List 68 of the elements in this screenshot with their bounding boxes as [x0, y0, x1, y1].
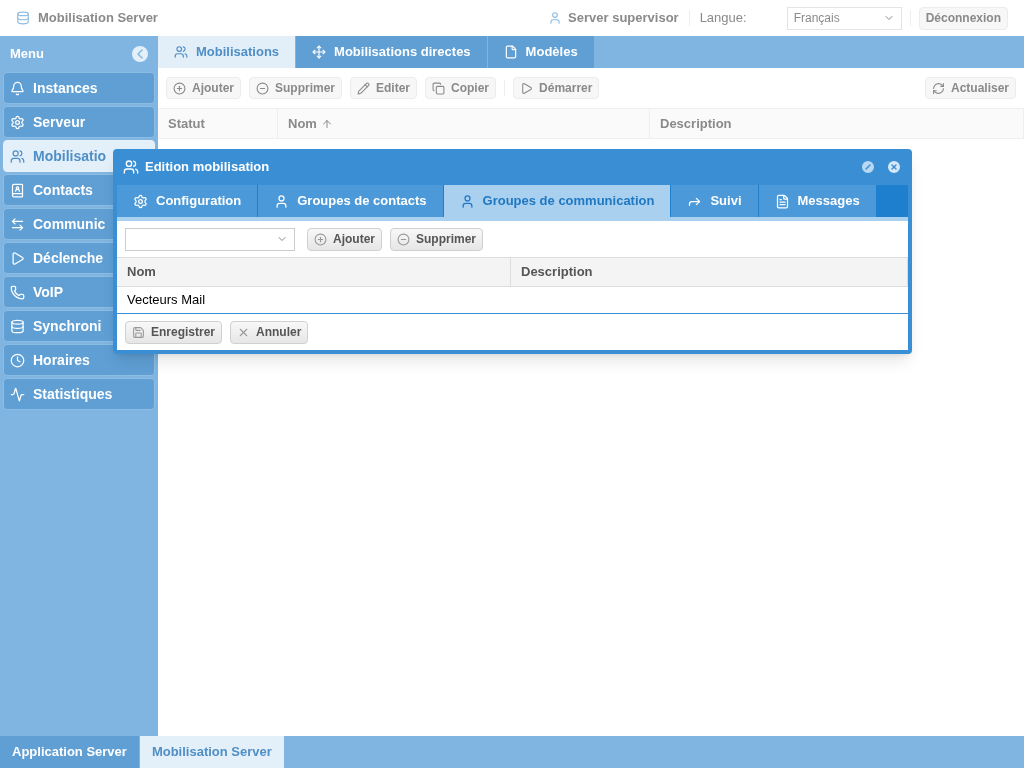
database-icon: [16, 11, 30, 25]
dialog-button[interactable]: Annuler: [230, 320, 309, 344]
people-icon: [10, 148, 25, 164]
app-title: Mobilisation Server: [38, 9, 158, 28]
plus-circle-icon: [314, 232, 327, 246]
minus-circle-icon: [256, 81, 269, 95]
dialog-tab[interactable]: Suivi: [671, 185, 758, 217]
bottom-tab[interactable]: Application Server: [0, 736, 139, 768]
language-select[interactable]: Français: [786, 6, 902, 30]
four-arrows-icon: [312, 45, 327, 59]
two-arrows-icon: [10, 216, 25, 232]
toolbar-button[interactable]: Editer: [350, 77, 418, 99]
sidebar-item[interactable]: Horaires: [3, 344, 155, 376]
bell-icon: [10, 80, 25, 96]
user-name: Server supervisor: [568, 9, 679, 28]
dialog-tab[interactable]: Groupes de contacts: [258, 185, 443, 217]
play-icon: [10, 250, 25, 266]
person-icon: [274, 193, 290, 209]
person-icon: [459, 193, 475, 209]
person-icon: [548, 11, 563, 25]
tab[interactable]: Mobilisations directes: [296, 36, 487, 68]
minus-circle-icon: [397, 232, 410, 246]
gear-icon: [10, 114, 25, 130]
dialog-tab[interactable]: Configuration: [117, 185, 258, 217]
column-header[interactable]: Statut: [158, 109, 278, 138]
bottom-tab[interactable]: Mobilisation Server: [139, 736, 284, 768]
refresh-icon: [931, 81, 945, 95]
sidebar-item[interactable]: Statistiques: [3, 378, 155, 410]
sidebar-item[interactable]: Serveur: [3, 106, 155, 138]
people-icon: [174, 45, 188, 59]
address-book-icon: [10, 182, 25, 198]
toolbar-button[interactable]: Actualiser: [924, 77, 1016, 99]
pencil-icon: [357, 81, 370, 95]
close-icon[interactable]: [886, 159, 902, 175]
dialog-button[interactable]: Ajouter: [307, 227, 382, 251]
toolbar-button[interactable]: Supprimer: [249, 77, 342, 99]
column-header[interactable]: Nom: [117, 258, 511, 286]
line-chart-icon: [10, 386, 25, 402]
logout-button[interactable]: Déconnexion: [918, 6, 1008, 30]
toolbar-button[interactable]: Copier: [425, 77, 497, 99]
language-label: Langue:: [699, 9, 747, 28]
table-row[interactable]: Vecteurs Mail: [117, 287, 908, 314]
column-header[interactable]: Description: [650, 109, 1024, 138]
play-icon: [520, 81, 534, 95]
collapse-icon[interactable]: [132, 46, 148, 62]
tab[interactable]: Modèles: [487, 36, 594, 68]
sidebar-item[interactable]: Instances: [3, 72, 155, 104]
people-icon: [123, 159, 139, 175]
phone-icon: [10, 284, 25, 300]
tab[interactable]: Mobilisations: [158, 36, 296, 68]
dialog-tab[interactable]: Groupes de communication: [443, 185, 671, 217]
dialog-button[interactable]: Supprimer: [390, 227, 483, 251]
plus-circle-icon: [173, 81, 186, 95]
sidebar-title: Menu: [10, 45, 45, 64]
gear-icon: [133, 193, 148, 209]
database-icon: [10, 318, 25, 334]
clock-icon: [10, 352, 25, 368]
select-field[interactable]: [125, 227, 295, 251]
column-header[interactable]: Nom: [278, 109, 650, 138]
copy-icon: [432, 81, 446, 95]
column-header[interactable]: Description: [511, 258, 908, 286]
dialog-tab[interactable]: Messages: [758, 185, 876, 217]
document-icon: [503, 45, 518, 59]
dialog-button[interactable]: Enregistrer: [125, 320, 223, 344]
document-icon: [774, 193, 790, 209]
toolbar-button[interactable]: Démarrer: [513, 77, 600, 99]
sort-arrow-icon: [320, 117, 333, 130]
toolbar-button[interactable]: Ajouter: [166, 77, 241, 99]
